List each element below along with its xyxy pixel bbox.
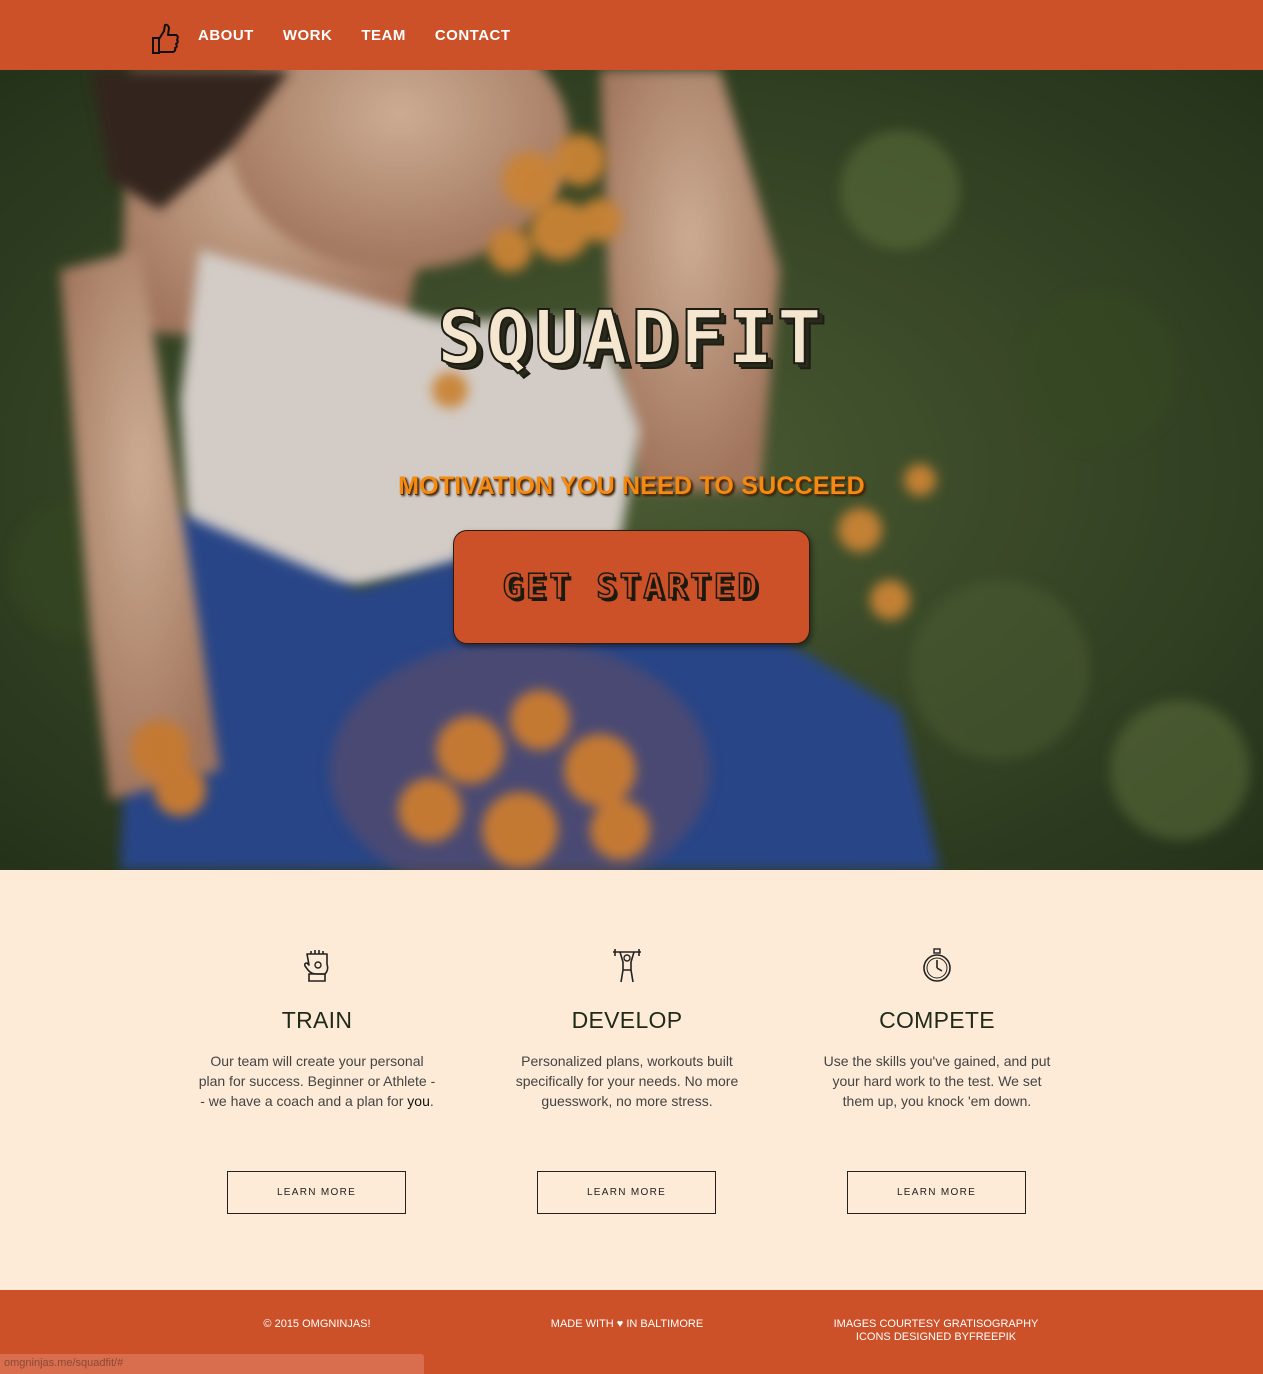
feature-description: Personalized plans, workouts built speci… [515, 1053, 739, 1109]
glove-icon [303, 950, 329, 982]
feature-title: TRAIN [281, 1007, 353, 1033]
stopwatch-icon [923, 948, 951, 982]
nav-link-about[interactable]: ABOUT [198, 27, 254, 44]
hero-background-image [0, 70, 1263, 870]
features-section: TRAIN Our team will create your personal… [0, 870, 1263, 1290]
nav-link-team[interactable]: TEAM [361, 27, 406, 44]
get-started-label: GET STARTED [502, 566, 761, 608]
browser-status-bar: omgninjas.me/squadfit/# [0, 1354, 424, 1374]
hero-tagline: MOTIVATION YOU NEED TO SUCCEED [398, 472, 865, 500]
top-nav: ABOUT WORK TEAM CONTACT [0, 0, 1263, 70]
feature-title: COMPETE [879, 1007, 995, 1033]
hero-title: SQUADFIT [436, 294, 826, 382]
learn-more-button-compete[interactable]: LEARN MORE [847, 1171, 1026, 1214]
footer-credits-images[interactable]: IMAGES COURTESY GRATISOGRAPHY [805, 1318, 1067, 1331]
footer-credits-icons[interactable]: ICONS DESIGNED BYFREEPIK [805, 1331, 1067, 1344]
get-started-button[interactable]: GET STARTED [453, 530, 810, 644]
feature-description: Our team will create your personal plan … [198, 1053, 436, 1109]
footer-made-with: MADE WITH ♥ IN BALTIMORE [550, 1318, 704, 1330]
learn-more-button-develop[interactable]: LEARN MORE [537, 1171, 716, 1214]
learn-more-button-train[interactable]: LEARN MORE [227, 1171, 406, 1214]
feature-title: DEVELOP [571, 1007, 683, 1033]
footer-copyright: © 2015 OMGNINJAS! [263, 1318, 371, 1330]
footer-credits: IMAGES COURTESY GRATISOGRAPHY ICONS DESI… [805, 1318, 1067, 1344]
hero-section: SQUADFIT MOTIVATION YOU NEED TO SUCCEED … [0, 70, 1263, 870]
nav-link-contact[interactable]: CONTACT [435, 27, 511, 44]
feature-description: Use the skills you've gained, and put yo… [823, 1053, 1051, 1109]
weightlifter-icon [613, 949, 641, 983]
nav-link-work[interactable]: WORK [283, 27, 333, 44]
nav-links: ABOUT WORK TEAM CONTACT [198, 0, 511, 70]
thumbs-up-icon[interactable] [150, 22, 180, 56]
feature-emphasis: you [407, 1093, 430, 1109]
